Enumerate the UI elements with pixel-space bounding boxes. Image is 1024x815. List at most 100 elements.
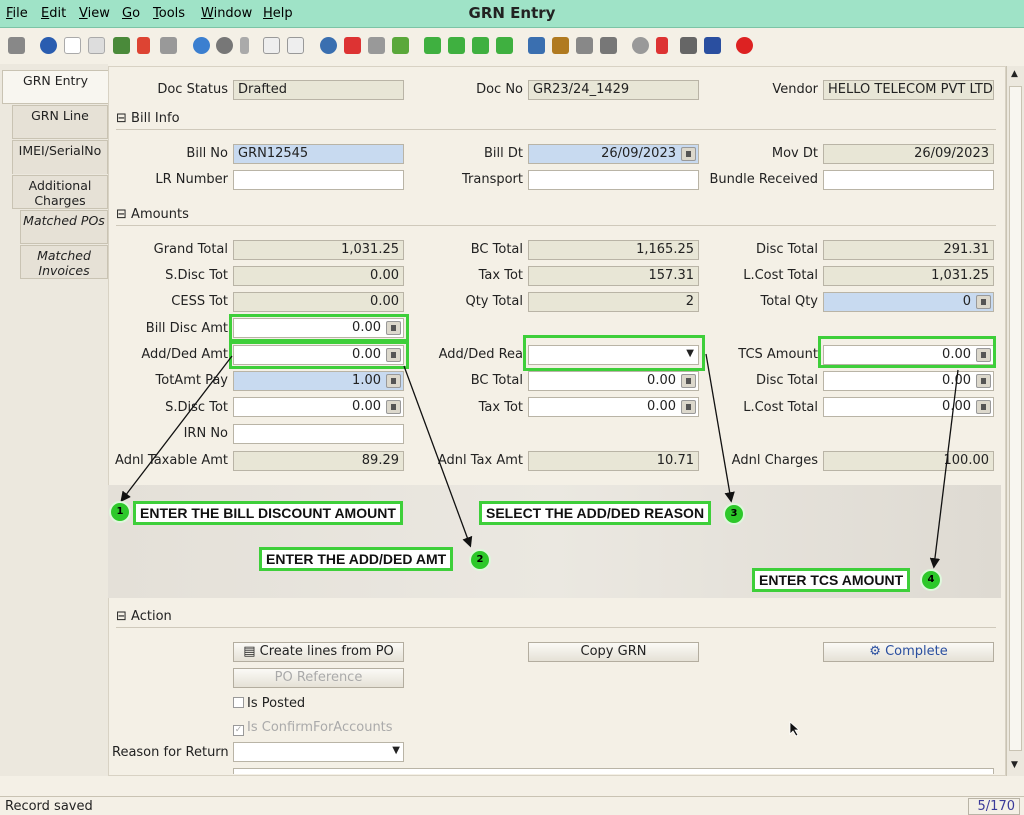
calculator-icon[interactable] xyxy=(976,400,991,414)
l-cost-total-2-value: 0.00 xyxy=(942,399,971,414)
archive-icon[interactable] xyxy=(552,37,569,54)
complete-button[interactable]: ⚙ Complete xyxy=(823,642,994,662)
history-icon[interactable] xyxy=(320,37,337,54)
collapse-icon: ⊟ xyxy=(116,207,127,222)
calculator-icon[interactable] xyxy=(976,374,991,388)
tab-grn-line[interactable]: GRN Line xyxy=(12,105,108,139)
next-record-icon[interactable] xyxy=(472,37,489,54)
tax-tot-2-label: Tax Tot xyxy=(478,400,523,415)
detail-icon[interactable] xyxy=(392,37,409,54)
checkbox-icon xyxy=(233,697,244,708)
section-action[interactable]: ⊟ Action xyxy=(116,609,172,624)
tab-matched-pos[interactable]: Matched POs xyxy=(20,210,108,244)
product-info-icon[interactable] xyxy=(576,37,593,54)
tax-tot-2-field[interactable]: 0.00 xyxy=(528,397,699,417)
lr-number-field[interactable] xyxy=(233,170,404,190)
copy-icon[interactable] xyxy=(88,37,105,54)
scroll-down-icon[interactable]: ▼ xyxy=(1011,760,1018,770)
bundle-received-field[interactable] xyxy=(823,170,994,190)
save-icon[interactable] xyxy=(113,37,130,54)
save-disk-icon[interactable] xyxy=(160,37,177,54)
s-disc-tot-2-field[interactable]: 0.00 xyxy=(233,397,404,417)
scroll-up-icon[interactable]: ▲ xyxy=(1011,69,1018,79)
bill-no-label: Bill No xyxy=(186,146,228,161)
vertical-scrollbar[interactable]: ▲ ▼ xyxy=(1006,66,1024,776)
po-reference-button[interactable]: PO Reference xyxy=(233,668,404,688)
scrollbar-thumb[interactable] xyxy=(1009,86,1022,751)
first-record-icon[interactable] xyxy=(424,37,441,54)
bill-no-field[interactable]: GRN12545 xyxy=(233,144,404,164)
undo-icon[interactable] xyxy=(8,37,25,54)
calculator-icon[interactable] xyxy=(681,374,696,388)
bc-total-2-label: BC Total xyxy=(470,373,523,388)
find-icon[interactable] xyxy=(216,37,233,54)
totamt-pay-field[interactable]: 1.00 xyxy=(233,371,404,391)
record-counter[interactable]: 5/170 xyxy=(968,798,1020,815)
add-ded-reason-label: Add/Ded Rea xyxy=(438,347,523,362)
adnl-charges-label: Adnl Charges xyxy=(731,453,818,468)
last-record-icon[interactable] xyxy=(496,37,513,54)
l-cost-total-field: 1,031.25 xyxy=(823,266,994,286)
reason-for-return-select[interactable]: ▼ xyxy=(233,742,404,762)
adnl-taxable-amt-field: 89.29 xyxy=(233,451,404,471)
zoom-across-icon[interactable] xyxy=(632,37,649,54)
report-icon[interactable] xyxy=(528,37,545,54)
irn-no-field[interactable] xyxy=(233,424,404,444)
calendar-icon[interactable] xyxy=(681,147,696,161)
workflow-icon[interactable] xyxy=(656,37,668,54)
mov-dt-field: 26/09/2023 xyxy=(823,144,994,164)
step-1-label: ENTER THE BILL DISCOUNT AMOUNT xyxy=(133,501,403,525)
is-confirm-checkbox[interactable]: ✓ Is ConfirmForAccounts xyxy=(233,720,393,736)
mov-dt-label: Mov Dt xyxy=(771,146,818,161)
doc-status-field: Drafted xyxy=(233,80,404,100)
transport-field[interactable] xyxy=(528,170,699,190)
step-1-badge: 1 xyxy=(109,501,131,523)
calculator-icon[interactable] xyxy=(386,374,401,388)
parent-icon[interactable] xyxy=(368,37,385,54)
highlight-add-ded-reason xyxy=(523,335,705,371)
highlight-add-ded-amt xyxy=(229,341,409,369)
checkmark-icon: ✓ xyxy=(233,725,244,736)
home-icon[interactable] xyxy=(344,37,361,54)
help-icon[interactable] xyxy=(40,37,57,54)
section-bill-info[interactable]: ⊟ Bill Info xyxy=(116,111,180,126)
tab-grn-entry[interactable]: GRN Entry xyxy=(2,70,108,104)
create-lines-from-po-button[interactable]: ▤ Create lines from PO xyxy=(233,642,404,662)
print-icon[interactable] xyxy=(600,37,617,54)
disc-total-field: 291.31 xyxy=(823,240,994,260)
section-amounts[interactable]: ⊟ Amounts xyxy=(116,207,189,222)
doc-no-label: Doc No xyxy=(476,82,523,97)
delete-icon[interactable] xyxy=(137,37,150,54)
calculator-icon[interactable] xyxy=(976,295,991,309)
collapse-icon: ⊟ xyxy=(116,609,127,624)
tab-additional-charges[interactable]: Additional Charges xyxy=(12,175,108,209)
previous-record-icon[interactable] xyxy=(448,37,465,54)
grid-icon[interactable] xyxy=(287,37,304,54)
lock-icon[interactable] xyxy=(704,37,721,54)
dropdown-arrow-icon[interactable]: ▼ xyxy=(392,745,400,756)
description-field[interactable] xyxy=(233,768,994,774)
copy-grn-button[interactable]: Copy GRN xyxy=(528,642,699,662)
vendor-field[interactable]: HELLO TELECOM PVT LTD xyxy=(823,80,994,100)
tab-imei-serial[interactable]: IMEI/SerialNo xyxy=(12,140,108,174)
mouse-cursor-icon xyxy=(789,721,801,737)
disc-total-2-field[interactable]: 0.00 xyxy=(823,371,994,391)
total-qty-field[interactable]: 0 xyxy=(823,292,994,312)
adnl-charges-field: 100.00 xyxy=(823,451,994,471)
tab-matched-invoices[interactable]: Matched Invoices xyxy=(20,245,108,279)
s-disc-tot-field: 0.00 xyxy=(233,266,404,286)
attachment-icon[interactable] xyxy=(240,37,249,54)
close-icon[interactable] xyxy=(736,37,753,54)
request-icon[interactable] xyxy=(680,37,697,54)
bill-dt-field[interactable]: 26/09/2023 xyxy=(528,144,699,164)
bc-total-2-field[interactable]: 0.00 xyxy=(528,371,699,391)
is-posted-checkbox[interactable]: Is Posted xyxy=(233,696,305,711)
refresh-icon[interactable] xyxy=(193,37,210,54)
l-cost-total-2-field[interactable]: 0.00 xyxy=(823,397,994,417)
new-icon[interactable] xyxy=(64,37,81,54)
step-3-badge: 3 xyxy=(723,503,745,525)
divider xyxy=(116,129,996,130)
chat-icon[interactable] xyxy=(263,37,280,54)
calculator-icon[interactable] xyxy=(681,400,696,414)
calculator-icon[interactable] xyxy=(386,400,401,414)
